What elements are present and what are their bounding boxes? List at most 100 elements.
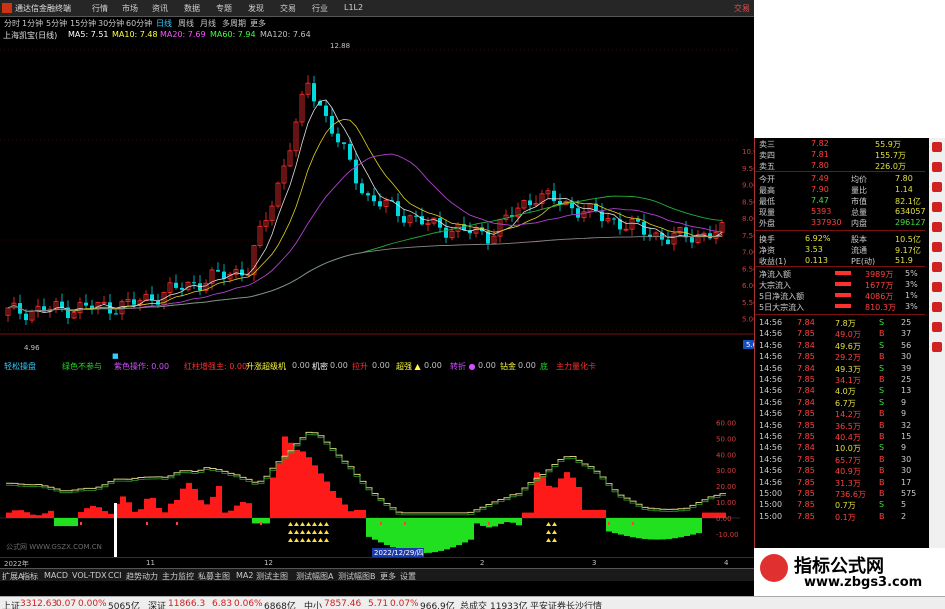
tool-icon[interactable] <box>932 222 942 232</box>
menu-item-discover[interactable]: 发现 <box>248 3 264 14</box>
tab-vol-tdx[interactable]: VOL-TDX <box>72 571 107 580</box>
indicator-bar-negative <box>654 518 660 540</box>
legend-item: 0.00 <box>518 361 536 370</box>
menu-item-topics[interactable]: 专题 <box>216 3 232 14</box>
tab-settings[interactable]: 设置 <box>400 571 416 582</box>
tool-icon[interactable] <box>932 202 942 212</box>
tab-ma2[interactable]: MA2 <box>236 571 253 580</box>
tick-row: 14:56 7.84 49.3万 S 39 <box>755 363 945 374</box>
date-highlight: 2022/12/29/四 <box>374 549 424 557</box>
indicator-bar-positive <box>222 512 228 518</box>
stat-value: 7.80 <box>895 174 913 183</box>
tab-test-sub-b[interactable]: 测试幅图B <box>338 571 376 582</box>
flow-value: 810.3万 <box>865 303 896 312</box>
order-row: 卖三 7.82 55.9万 <box>755 138 945 149</box>
tool-icon[interactable] <box>932 242 942 252</box>
tick-volume: 40.4万 <box>835 433 861 442</box>
menu-item-news[interactable]: 资讯 <box>152 3 168 14</box>
tool-icon[interactable] <box>932 182 942 192</box>
stat-row: 最低 7.47 市值 82.1亿 <box>755 195 945 206</box>
tick-side: B <box>879 420 885 430</box>
tick-count: 30 <box>901 352 912 362</box>
indicator-bar-negative <box>468 518 474 540</box>
tool-icon[interactable] <box>932 342 942 352</box>
tab-private-main[interactable]: 私募主图 <box>198 571 230 582</box>
indicator-bar-positive <box>90 505 96 518</box>
indicator-bar-positive <box>234 505 240 518</box>
menu-item-market[interactable]: 市场 <box>122 3 138 14</box>
indicator-bar-positive <box>528 512 534 518</box>
indicator-bar-positive <box>600 509 606 518</box>
menu-item-industry[interactable]: 行业 <box>312 3 328 14</box>
site-watermark: 指标公式网 www.zbgs3.com <box>754 548 945 596</box>
tick-row: 14:56 7.85 31.3万 B 17 <box>755 477 945 488</box>
candlestick-chart[interactable]: 12.88 4.96 5.64 ■ 10.009.509.008.508.007… <box>0 40 754 360</box>
status-item: 平安证券长沙行情 <box>530 602 603 609</box>
tool-icon[interactable] <box>932 262 942 272</box>
tool-icon[interactable] <box>932 142 942 152</box>
tick-row: 14:56 7.85 14.2万 B 9 <box>755 408 945 419</box>
app-logo-icon <box>2 3 12 13</box>
ma-legend-bar: 上海凯宝(日线) MA5: 7.51 MA10: 7.48 MA20: 7.69… <box>0 28 754 40</box>
menu-item-l1l2[interactable]: L1L2 <box>344 3 363 12</box>
stat-row: 换手 6.92% 股本 10.5亿 <box>755 233 945 244</box>
status-item: 3312.63 <box>20 599 58 609</box>
indicator-bar-positive <box>216 485 222 518</box>
legend-item: 0.00 <box>478 361 496 370</box>
candle-body <box>642 221 646 235</box>
tick-count: 32 <box>901 420 912 430</box>
indicator-bar-negative <box>366 518 372 537</box>
screenshot-frame: 通达信金融终端 行情 市场 资讯 数据 专题 发现 交易 行业 L1L2 交易 … <box>0 0 945 609</box>
stat-value: 296127 <box>895 218 926 227</box>
flow-row: 5日大宗流入 810.3万 3% <box>755 301 945 312</box>
trade-button[interactable]: 交易 <box>734 3 750 14</box>
flow-label: 5日大宗流入 <box>759 303 805 312</box>
indicator-bar-positive <box>30 514 36 518</box>
tick-row: 14:56 7.84 4.0万 S 13 <box>755 385 945 396</box>
tab-macd[interactable]: MACD <box>44 571 68 580</box>
candle-body <box>372 195 376 202</box>
tool-icon[interactable] <box>932 282 942 292</box>
candle-body <box>312 83 316 102</box>
tab-extend[interactable]: 扩展A <box>2 571 23 582</box>
indicator-chart[interactable]: 公式网 WWW.GSZX.COM.CN 冲 60.0050.0040.0030.… <box>0 371 754 557</box>
indicator-bar-positive <box>198 500 204 518</box>
flow-bar <box>835 282 851 286</box>
indicator-bar-positive <box>156 507 162 518</box>
indicator-bar-positive <box>540 476 546 518</box>
menu-item-quotes[interactable]: 行情 <box>92 3 108 14</box>
menu-item-trade[interactable]: 交易 <box>280 3 296 14</box>
candle-body <box>348 143 352 160</box>
indicator-bar-positive <box>228 510 234 518</box>
tab-test-main[interactable]: 测试主图 <box>256 571 288 582</box>
status-bar: 上证 3312.63 0.07 0.00% 5065亿 深证 11866.3 6.83 0.06… <box>0 596 945 609</box>
tool-icon[interactable] <box>932 302 942 312</box>
candle-body <box>324 105 328 116</box>
indicator-bar-negative <box>450 518 456 548</box>
divider <box>755 230 925 231</box>
trading-app: 通达信金融终端 行情 市场 资讯 数据 专题 发现 交易 行业 L1L2 交易 … <box>0 0 754 609</box>
tool-icon[interactable] <box>932 162 942 172</box>
status-item: 966.9亿 <box>420 602 455 609</box>
tab-main-monitor[interactable]: 主力监控 <box>162 571 194 582</box>
stat-label: 外盘 <box>759 219 775 228</box>
tab-test-sub-a[interactable]: 测试幅图A <box>296 571 333 582</box>
menu-item-data[interactable]: 数据 <box>184 3 200 14</box>
tick-price: 7.85 <box>797 409 815 419</box>
stat-value: 7.49 <box>811 174 829 183</box>
indicator-axis-tick: 40.00 <box>716 451 736 459</box>
tick-count: 30 <box>901 466 912 476</box>
indicator-bar-positive <box>168 503 174 518</box>
tab-cci[interactable]: CCI <box>108 571 122 580</box>
tick-time: 14:56 <box>759 466 783 476</box>
tick-count: 13 <box>901 386 912 396</box>
tick-count: 9 <box>901 397 907 407</box>
stat-label: 内盘 <box>851 219 867 228</box>
tool-icon[interactable] <box>932 322 942 332</box>
tab-more[interactable]: 更多 <box>380 571 396 582</box>
tab-indicator[interactable]: 指标 <box>22 571 38 582</box>
stat-row: 外盘 337930 内盘 296127 <box>755 217 945 228</box>
tick-volume: 0.7万 <box>835 501 856 511</box>
tab-trend-power[interactable]: 趋势动力 <box>126 571 158 582</box>
tick-price: 7.85 <box>797 420 815 430</box>
